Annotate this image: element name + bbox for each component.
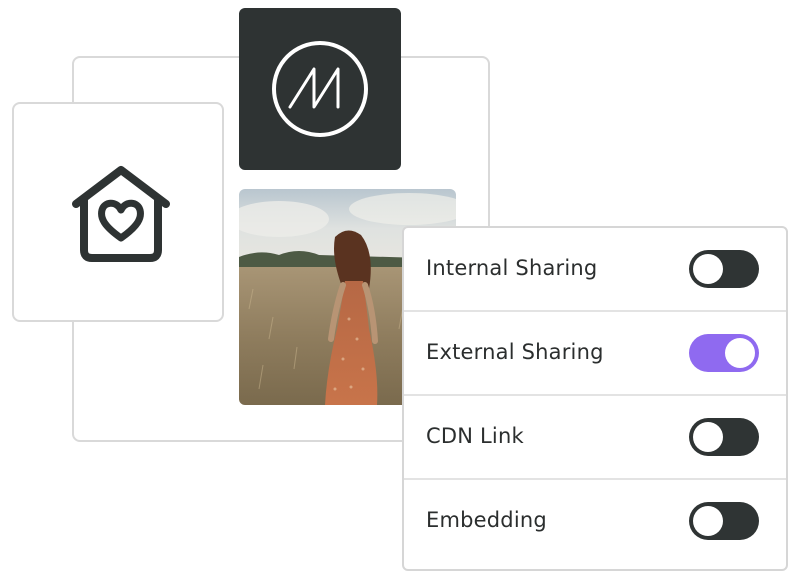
cdn-link-toggle[interactable]	[689, 418, 759, 456]
setting-label: External Sharing	[426, 340, 604, 364]
sharing-settings-panel: Internal Sharing External Sharing CDN Li…	[402, 226, 788, 571]
setting-label: Embedding	[426, 508, 547, 532]
external-sharing-toggle[interactable]	[689, 334, 759, 372]
setting-label: Internal Sharing	[426, 256, 598, 280]
toggle-knob	[693, 506, 723, 536]
internal-sharing-toggle[interactable]	[689, 250, 759, 288]
m-monogram-logo	[272, 41, 368, 137]
toggle-knob	[693, 422, 723, 452]
embedding-toggle[interactable]	[689, 502, 759, 540]
setting-label: CDN Link	[426, 424, 524, 448]
toggle-knob	[693, 254, 723, 284]
setting-row-external-sharing: External Sharing	[404, 312, 786, 396]
setting-row-cdn-link: CDN Link	[404, 396, 786, 480]
toggle-knob	[725, 338, 755, 368]
home-heart-icon	[72, 166, 170, 262]
setting-row-internal-sharing: Internal Sharing	[404, 228, 786, 312]
logo-tile	[239, 8, 401, 170]
home-card	[12, 102, 224, 322]
setting-row-embedding: Embedding	[404, 480, 786, 564]
